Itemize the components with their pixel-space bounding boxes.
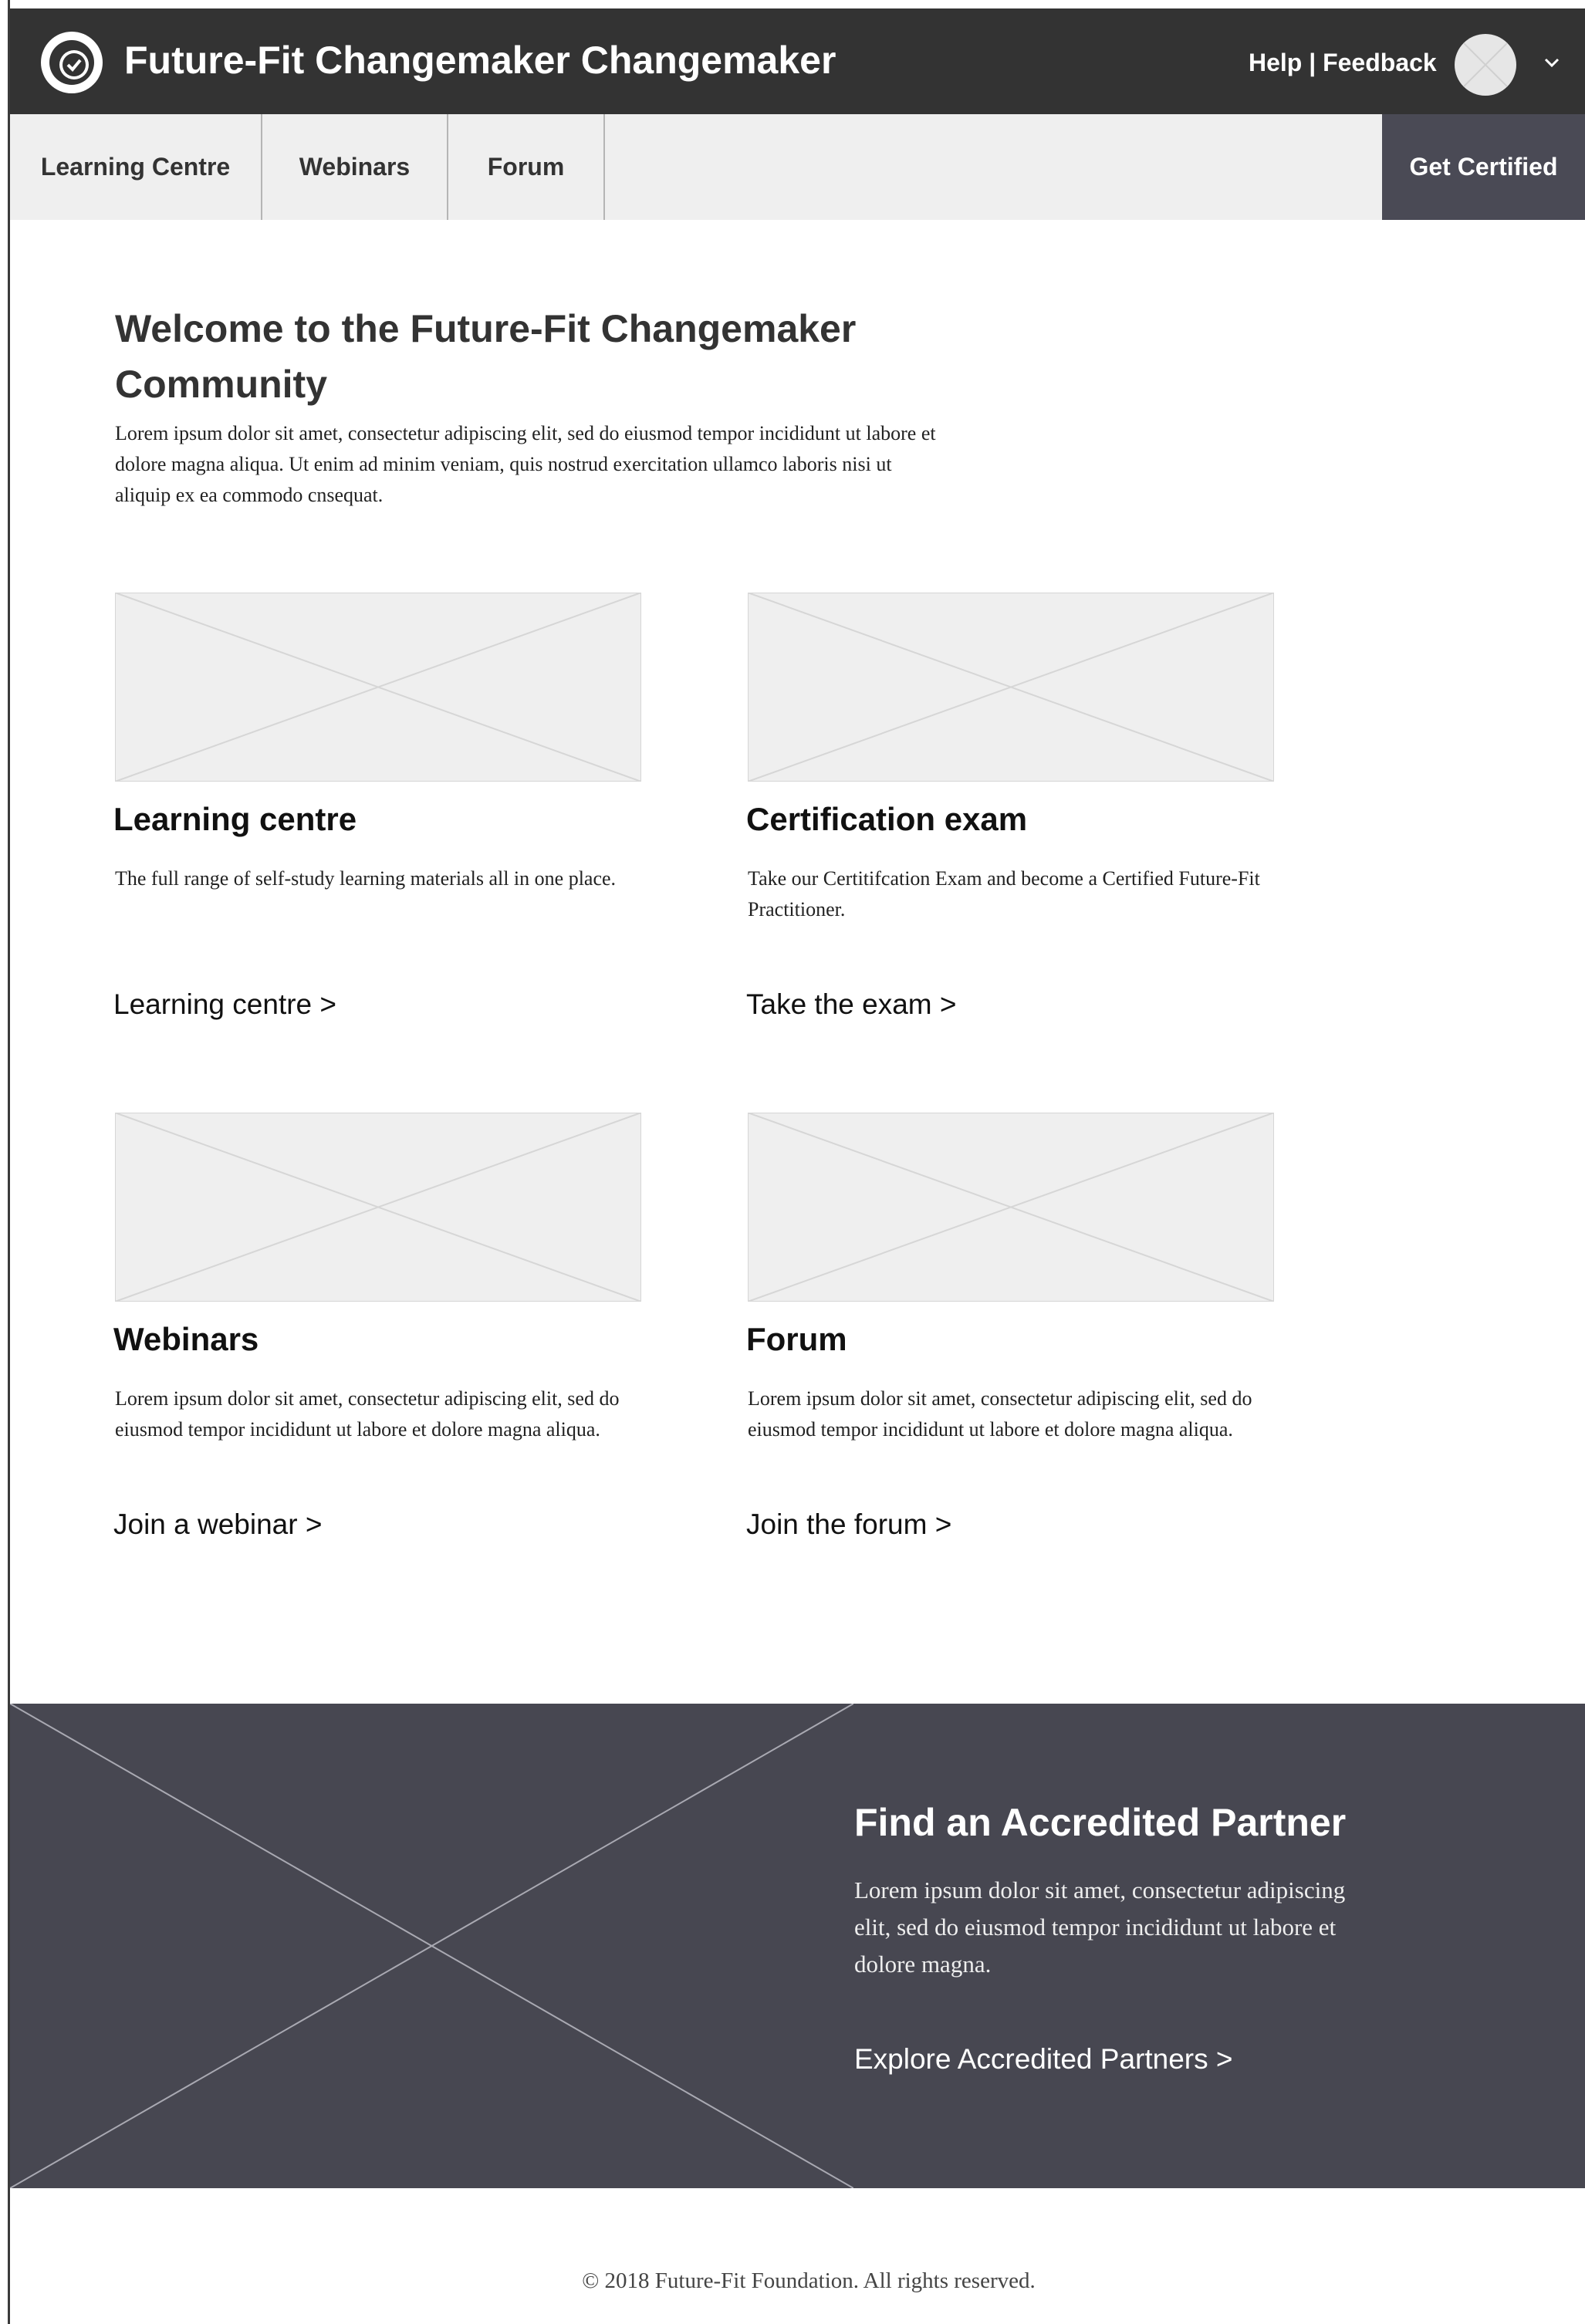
join-webinar-link[interactable]: Join a webinar > <box>113 1508 322 1541</box>
learning-centre-link[interactable]: Learning centre > <box>113 988 336 1021</box>
header-bar: Future-Fit Changemaker Changemaker Help … <box>10 8 1585 114</box>
logo-icon[interactable] <box>41 32 103 93</box>
window-top-edge <box>0 0 1585 8</box>
footer-copyright: © 2018 Future-Fit Foundation. All rights… <box>582 2268 1036 2293</box>
welcome-body: Lorem ipsum dolor sit amet, consectetur … <box>115 422 936 506</box>
main-nav: Learning Centre Webinars Forum Get Certi… <box>10 114 1585 220</box>
card-title: Certification exam <box>746 801 1028 837</box>
window-left-edge <box>0 0 10 2324</box>
banner-image-placeholder <box>10 1704 853 2188</box>
card-description: The full range of self-study learning ma… <box>115 867 617 890</box>
help-link[interactable]: Help <box>1249 49 1302 76</box>
image-placeholder <box>748 593 1274 782</box>
get-certified-button[interactable]: Get Certified <box>1382 114 1585 220</box>
card-title: Forum <box>746 1321 847 1357</box>
card-description: Lorem ipsum dolor sit amet, consectetur … <box>115 1387 620 1441</box>
image-placeholder <box>115 593 641 782</box>
card-description: Lorem ipsum dolor sit amet, consectetur … <box>748 1387 1252 1441</box>
image-placeholder <box>115 1113 641 1302</box>
card-title: Webinars <box>113 1321 259 1357</box>
partner-title: Find an Accredited Partner <box>854 1801 1347 1844</box>
take-exam-link[interactable]: Take the exam > <box>746 988 957 1021</box>
join-forum-link[interactable]: Join the forum > <box>746 1508 951 1541</box>
nav-tab-forum[interactable]: Forum <box>448 114 605 220</box>
partner-description: Lorem ipsum dolor sit amet, consectetur … <box>854 1876 1346 1978</box>
image-placeholder <box>748 1113 1274 1302</box>
welcome-title: Welcome to the Future-Fit Changemaker Co… <box>115 307 857 406</box>
accredited-partner-banner: Find an Accredited Partner Lorem ipsum d… <box>10 1704 1585 2188</box>
app-title: Future-Fit Changemaker Changemaker <box>124 39 836 82</box>
help-feedback-links: Help | Feedback <box>1249 49 1437 77</box>
user-avatar[interactable] <box>1455 34 1516 96</box>
card-description: Take our Certitifcation Exam and become … <box>748 867 1260 920</box>
nav-tab-webinars[interactable]: Webinars <box>262 114 448 220</box>
card-title: Learning centre <box>113 801 357 837</box>
link-separator: | <box>1309 49 1316 76</box>
explore-partners-link[interactable]: Explore Accredited Partners > <box>854 2043 1233 2076</box>
avatar-placeholder-icon <box>1455 34 1516 96</box>
feedback-link[interactable]: Feedback <box>1323 49 1437 76</box>
nav-tab-learning-centre[interactable]: Learning Centre <box>10 114 262 220</box>
checkmark-icon <box>63 53 86 76</box>
chevron-down-icon[interactable] <box>1543 57 1560 68</box>
